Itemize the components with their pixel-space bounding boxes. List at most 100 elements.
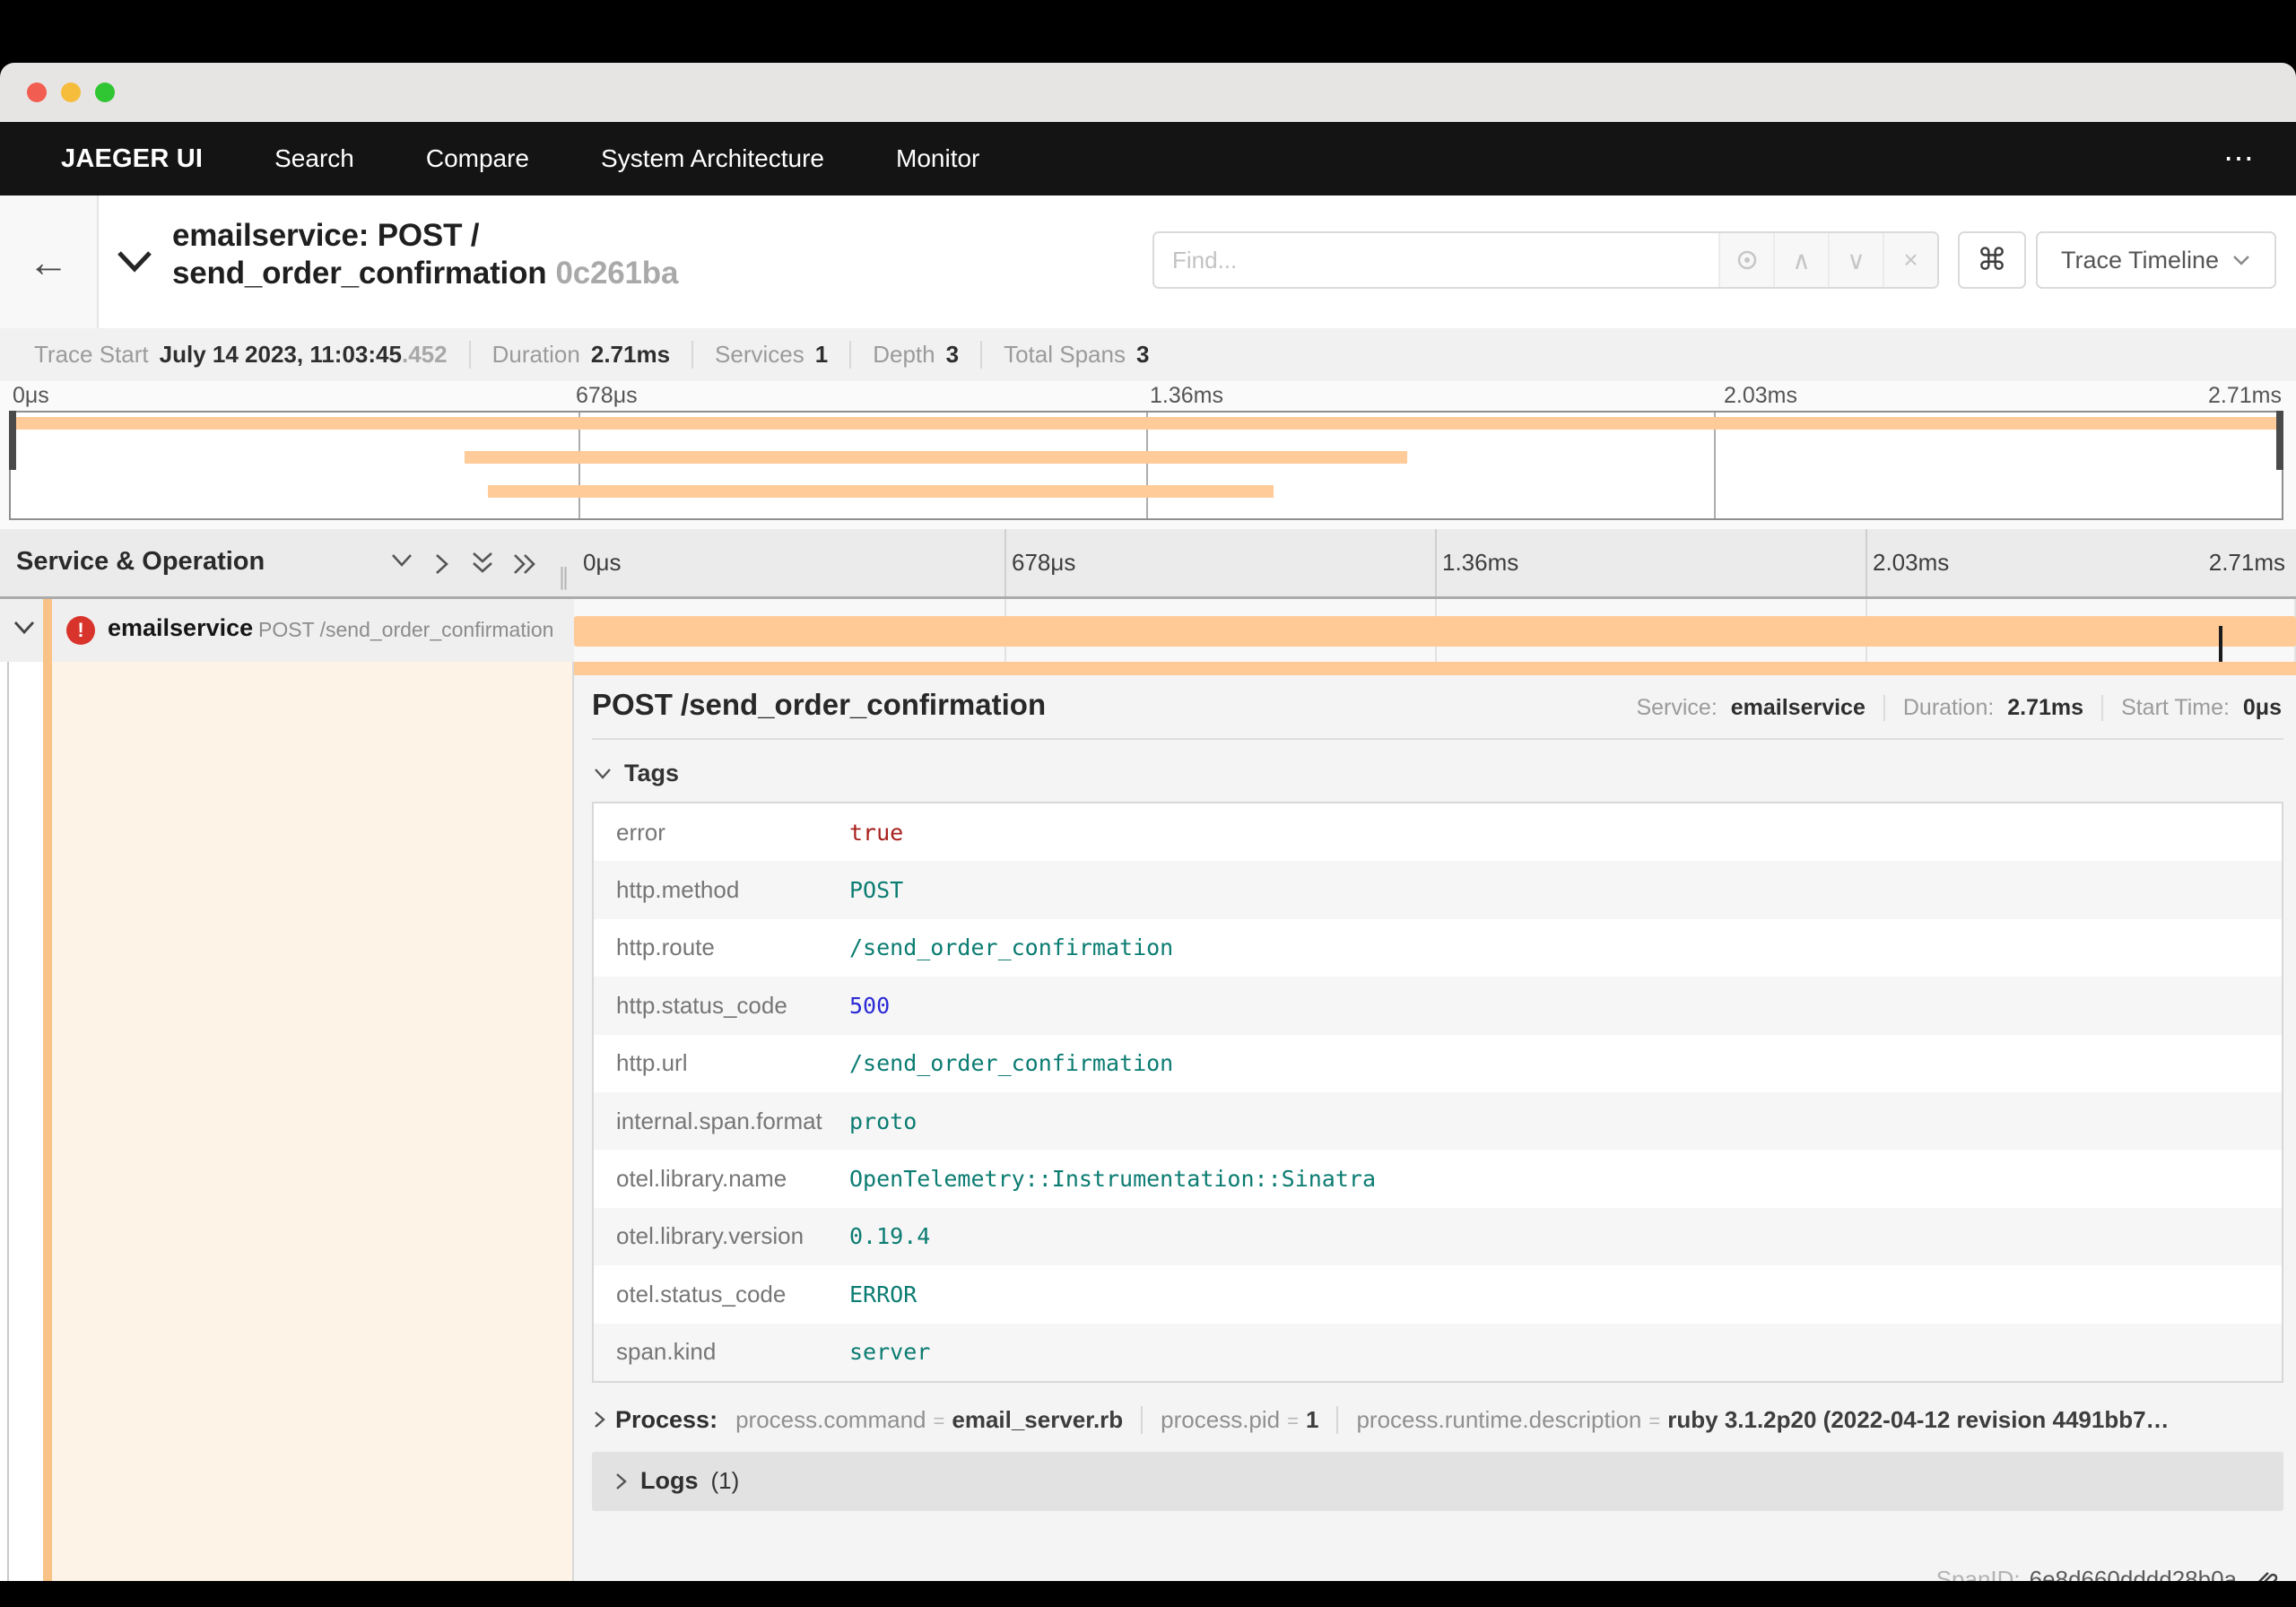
minimap-tick: 678μs (576, 383, 638, 408)
logs-section-toggle[interactable]: Logs (1) (592, 1451, 2283, 1511)
nav-item-compare[interactable]: Compare (426, 144, 529, 173)
tags-header: Tags (624, 760, 680, 786)
collapse-one-icon[interactable] (387, 551, 416, 570)
command-icon: ⌘ (1977, 243, 2007, 277)
tag-row: error true (594, 804, 2282, 861)
nav-item-search[interactable]: Search (274, 144, 354, 173)
span-detail-header[interactable]: POST /send_order_confirmation Service: e… (592, 688, 2283, 722)
trace-id: 0c261ba (555, 256, 679, 291)
tag-row: http.status_code 500 (594, 977, 2282, 1035)
focus-match-button[interactable] (1718, 233, 1773, 287)
trace-header: ← emailservice: POST / send_order_confir… (0, 195, 2296, 328)
indent-guide (7, 662, 9, 1607)
tag-key: error (616, 818, 665, 846)
minimap-right-drag-handle[interactable] (2276, 411, 2283, 470)
error-icon: ! (66, 616, 95, 645)
chevron-right-icon (592, 1406, 606, 1428)
minimap-tick: 1.36ms (1150, 383, 1223, 408)
timeline-ruler: 0μs 678μs 1.36ms 2.03ms 2.71ms (574, 529, 2296, 596)
trace-view-label: Trace Timeline (2060, 246, 2220, 274)
column-resize-grip[interactable]: ∥ (558, 563, 570, 591)
tag-value: ERROR (849, 1281, 918, 1307)
tag-value: server (849, 1339, 931, 1366)
trace-title-line1: emailservice: POST / (172, 218, 480, 253)
trace-title-line2: send_order_confirmation (172, 256, 547, 291)
ruler-gridline (1435, 529, 1437, 596)
meta-service: Service: emailservice (1636, 695, 1866, 720)
tag-key: otel.library.name (616, 1165, 787, 1193)
close-window-button[interactable] (27, 83, 47, 102)
process-header: Process: (615, 1405, 718, 1433)
span-detail-panel: POST /send_order_confirmation Service: e… (574, 675, 2296, 1581)
tag-value: true (849, 819, 904, 846)
minimap-left-drag-handle[interactable] (9, 411, 16, 470)
nav-item-system-architecture[interactable]: System Architecture (601, 144, 824, 173)
find-group: ∧ ∨ × (1152, 231, 1939, 289)
tag-row: otel.status_code ERROR (594, 1265, 2282, 1323)
bottom-letterbox (0, 1581, 2296, 1607)
tag-key: http.route (616, 934, 715, 961)
expand-all-icon[interactable] (511, 551, 538, 578)
selected-span-highlight (52, 662, 572, 1607)
back-button[interactable]: ← (0, 195, 99, 328)
span-tree-left-column (0, 662, 574, 1607)
ruler-tick: 678μs (1012, 549, 1076, 576)
brand-logo[interactable]: JAEGER UI (61, 144, 203, 174)
trace-collapse-chevron-icon[interactable] (115, 248, 154, 274)
find-input[interactable] (1154, 233, 1718, 287)
nav-item-monitor[interactable]: Monitor (896, 144, 979, 173)
summary-depth: Depth 3 (849, 341, 980, 369)
minimize-window-button[interactable] (61, 83, 81, 102)
next-result-button[interactable]: ∨ (1828, 233, 1883, 287)
tag-value: proto (849, 1108, 918, 1134)
prev-result-button[interactable]: ∧ (1773, 233, 1828, 287)
minimap-canvas[interactable] (9, 411, 2283, 520)
clear-search-button[interactable]: × (1883, 233, 1937, 287)
tag-row: http.method POST (594, 861, 2282, 919)
minimap-tick: 2.71ms (2208, 383, 2282, 408)
span-bar[interactable] (574, 616, 2296, 670)
logs-header: Logs (640, 1467, 699, 1495)
deep-link-icon[interactable] (2253, 1567, 2280, 1581)
row-chevron-down-icon[interactable] (11, 619, 38, 637)
summary-duration: Duration 2.71ms (468, 341, 691, 369)
chevron-down-icon (2231, 254, 2251, 266)
expand-one-icon[interactable] (432, 551, 452, 578)
tag-value: /send_order_confirmation (849, 1050, 1174, 1077)
tags-section-toggle[interactable]: Tags (592, 760, 2283, 787)
jaeger-window: JAEGER UI Search Compare System Architec… (0, 0, 2296, 1607)
service-color-stripe (43, 599, 52, 662)
minimap-span-bar (11, 417, 2282, 430)
zoom-window-button[interactable] (95, 83, 115, 102)
service-color-stripe (43, 662, 52, 1607)
tag-key: otel.library.version (616, 1222, 804, 1250)
tag-row: otel.library.version 0.19.4 (594, 1207, 2282, 1266)
tag-key: http.status_code (616, 991, 787, 1019)
collapse-all-icon[interactable] (468, 551, 497, 578)
top-nav: JAEGER UI Search Compare System Architec… (0, 122, 2296, 195)
span-id-label: SpanID: (1935, 1566, 2021, 1581)
ruler-tick: 0μs (583, 549, 622, 576)
service-operation-header: Service & Operation (16, 547, 265, 576)
process-command: process.command = email_server.rb (735, 1405, 1124, 1433)
keyboard-shortcuts-button[interactable]: ⌘ (1958, 231, 2026, 289)
trace-view-selector[interactable]: Trace Timeline (2036, 231, 2276, 289)
divider (592, 738, 2283, 740)
tag-key: span.kind (616, 1338, 717, 1366)
span-id-value: 6e8d660dddd28b0a (2029, 1566, 2237, 1581)
span-row-name-cell[interactable]: ! emailservice POST /send_order_confirma… (0, 599, 574, 662)
summary-services: Services 1 (691, 341, 849, 369)
minimap-tick: 2.03ms (1724, 383, 1797, 408)
back-arrow-icon: ← (28, 239, 69, 285)
tags-table: error true http.method POST http.route /… (592, 802, 2283, 1383)
minimap-span-bar (465, 451, 1408, 464)
ruler-tick: 2.71ms (2208, 549, 2285, 576)
nav-overflow-icon[interactable]: ⋯ (2223, 141, 2257, 177)
span-row-timeline-cell (574, 599, 2296, 670)
span-service-name: emailservice (108, 614, 254, 641)
tag-row: internal.span.format proto (594, 1091, 2282, 1151)
tag-value: OpenTelemetry::Instrumentation::Sinatra (849, 1166, 1376, 1193)
trace-summary: Trace Start July 14 2023, 11:03:45 .452 … (0, 328, 2296, 381)
process-section-toggle[interactable]: Process: process.command = email_server.rb… (592, 1405, 2283, 1434)
ruler-tick: 1.36ms (1442, 549, 1519, 576)
